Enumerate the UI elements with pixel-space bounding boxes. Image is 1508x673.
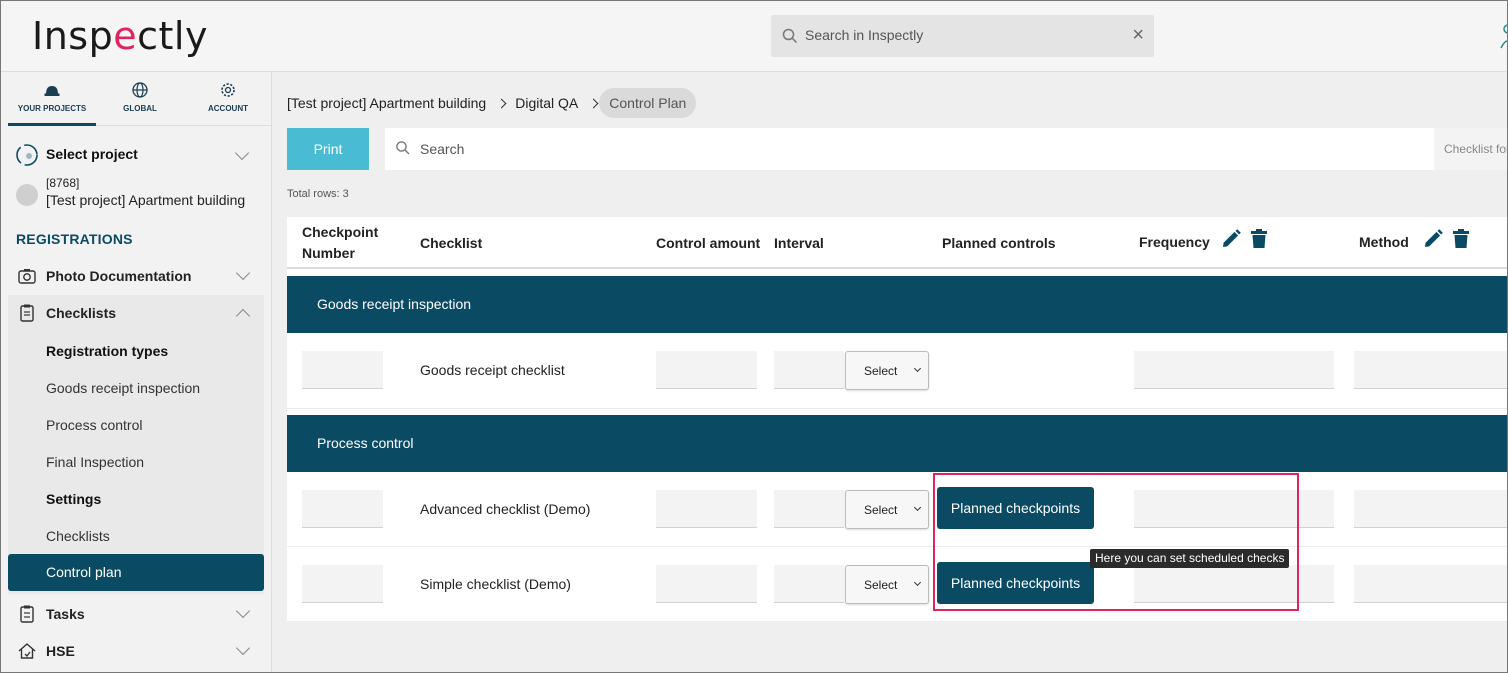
frequency-field[interactable]	[1134, 351, 1334, 389]
close-icon[interactable]: ×	[1132, 25, 1144, 45]
search-icon	[396, 141, 410, 155]
edit-icon[interactable]	[1220, 228, 1242, 250]
table-header: Checkpoint Number Checklist Control amou…	[287, 217, 1508, 269]
table-row: Advanced checklist (Demo) Select Planned…	[287, 472, 1508, 547]
chevron-down-icon	[235, 603, 251, 619]
clipboard-list-icon	[20, 605, 34, 623]
control-amount-field[interactable]	[656, 565, 757, 603]
interval-select[interactable]: Select	[845, 351, 929, 390]
breadcrumb-current: Control Plan	[599, 88, 697, 118]
header-checkpoint-number[interactable]: Checkpoint Number	[302, 224, 378, 261]
registrations-heading: REGISTRATIONS	[16, 231, 133, 247]
checkpoint-number-field[interactable]	[302, 565, 383, 603]
interval-field[interactable]	[774, 490, 844, 528]
sidebar-tabs: YOUR PROJECTS GLOBAL ACCOUNT	[8, 72, 271, 126]
group-row-process-control[interactable]: Process control	[287, 415, 1508, 472]
interval-select[interactable]: Select	[845, 565, 929, 604]
clipboard-icon	[20, 304, 34, 322]
checklist-name: Advanced checklist (Demo)	[420, 501, 591, 517]
checkpoint-number-field[interactable]	[302, 490, 383, 528]
sidebar-item-checklists-settings[interactable]: Checklists	[46, 528, 110, 544]
breadcrumb-project[interactable]: [Test project] Apartment building	[287, 95, 486, 111]
method-field[interactable]	[1354, 565, 1508, 603]
header-interval[interactable]: Interval	[774, 235, 824, 251]
refresh-project-icon	[16, 144, 38, 166]
header-method[interactable]: Method	[1359, 234, 1409, 250]
annotation-highlight-box	[933, 473, 1299, 611]
project-id: [8768]	[46, 176, 80, 190]
breadcrumb: [Test project] Apartment building Digita…	[287, 88, 697, 118]
project-avatar	[16, 184, 38, 206]
control-plan-table: Checkpoint Number Checklist Control amou…	[287, 217, 1508, 622]
chevron-down-icon	[234, 145, 250, 161]
search-input[interactable]: Search	[385, 128, 1434, 170]
project-name: [Test project] Apartment building	[46, 192, 246, 208]
checklist-name: Simple checklist (Demo)	[420, 576, 571, 592]
trash-icon[interactable]	[1450, 228, 1472, 250]
interval-field[interactable]	[774, 351, 844, 389]
chevron-up-icon	[235, 308, 251, 324]
breadcrumb-digital-qa[interactable]: Digital QA	[515, 95, 578, 111]
global-search-input[interactable]: Search in Inspectly ×	[771, 15, 1154, 57]
checklist-name: Goods receipt checklist	[420, 362, 565, 378]
checkpoint-number-field[interactable]	[302, 351, 383, 389]
sidebar-item-process-control[interactable]: Process control	[46, 417, 142, 433]
total-rows-count: Total rows: 3	[287, 188, 349, 200]
sidebar-item-control-plan[interactable]: Control plan	[8, 554, 264, 591]
chevron-right-icon	[496, 98, 507, 108]
header-checklist[interactable]: Checklist	[420, 235, 482, 251]
chevron-down-icon	[913, 364, 922, 373]
sidebar-heading-registration-types: Registration types	[46, 343, 169, 359]
user-icon[interactable]	[1498, 20, 1508, 50]
group-row-goods-receipt[interactable]: Goods receipt inspection	[287, 276, 1508, 333]
interval-field[interactable]	[774, 565, 844, 603]
table-row: Simple checklist (Demo) Select Planned c…	[287, 547, 1508, 622]
sidebar-item-final-inspection[interactable]: Final Inspection	[46, 454, 144, 470]
sidebar-item-tasks[interactable]: Tasks	[8, 596, 264, 632]
chevron-down-icon	[913, 578, 922, 587]
sidebar-item-photo-documentation[interactable]: Photo Documentation	[8, 258, 264, 294]
tab-global[interactable]: GLOBAL	[96, 72, 184, 126]
header-control-amount[interactable]: Control amount	[656, 235, 760, 251]
header-frequency[interactable]: Frequency	[1139, 234, 1210, 250]
sidebar-item-hse[interactable]: HSE	[8, 633, 264, 669]
tab-account[interactable]: ACCOUNT	[184, 72, 272, 126]
control-amount-field[interactable]	[656, 351, 757, 389]
select-project-dropdown[interactable]: Select project	[14, 142, 254, 166]
sidebar-item-goods-receipt-inspection[interactable]: Goods receipt inspection	[46, 380, 200, 396]
table-row: Goods receipt checklist Select	[287, 333, 1508, 409]
checklists-group	[8, 295, 264, 594]
top-bar: Inspectly Search in Inspectly ×	[0, 0, 1508, 72]
sidebar-heading-settings: Settings	[46, 491, 102, 507]
global-search-placeholder: Search in Inspectly	[805, 27, 924, 43]
header-planned-controls[interactable]: Planned controls	[942, 235, 1056, 251]
inspectly-logo[interactable]: Inspectly	[32, 14, 208, 58]
chevron-down-icon	[913, 503, 922, 512]
gear-icon	[221, 83, 235, 97]
trash-icon[interactable]	[1248, 228, 1270, 250]
control-amount-field[interactable]	[656, 490, 757, 528]
main-content: [Test project] Apartment building Digita…	[272, 72, 1508, 673]
chevron-down-icon	[235, 265, 251, 281]
camera-icon	[18, 269, 36, 284]
house-icon	[18, 643, 36, 659]
search-icon	[782, 28, 798, 44]
tab-your-projects[interactable]: YOUR PROJECTS	[8, 72, 96, 126]
method-field[interactable]	[1354, 351, 1508, 389]
tooltip: Here you can set scheduled checks	[1090, 549, 1290, 568]
chevron-right-icon	[588, 98, 599, 108]
interval-select[interactable]: Select	[845, 490, 929, 529]
sidebar: YOUR PROJECTS GLOBAL ACCOUNT Select proj…	[0, 72, 272, 673]
hardhat-icon	[44, 86, 60, 96]
edit-icon[interactable]	[1422, 228, 1444, 250]
print-button[interactable]: Print	[287, 128, 369, 170]
globe-icon	[132, 82, 148, 98]
sidebar-item-checklists[interactable]: Checklists	[8, 295, 264, 331]
search-placeholder: Search	[420, 141, 465, 157]
checklist-filter-select[interactable]: Checklist for	[1434, 128, 1508, 170]
chevron-down-icon	[235, 640, 251, 656]
method-field[interactable]	[1354, 490, 1508, 528]
